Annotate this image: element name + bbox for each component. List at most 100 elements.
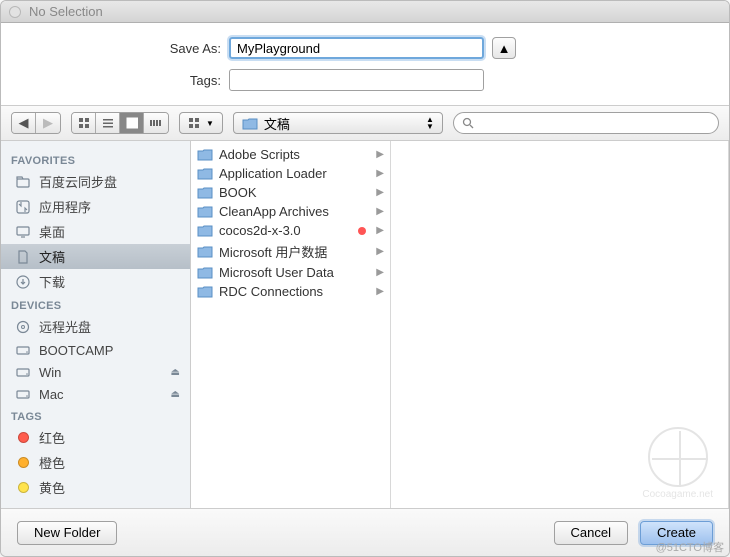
list-icon xyxy=(102,117,114,129)
file-row[interactable]: BOOK ▶ xyxy=(191,183,390,202)
sidebar-item[interactable]: 文稿 xyxy=(1,244,190,269)
folder-icon xyxy=(242,117,258,130)
footer: New Folder Cancel Create xyxy=(1,508,729,556)
tag-dot-icon xyxy=(358,227,366,235)
tags-input[interactable] xyxy=(229,69,484,91)
sidebar-item[interactable]: Win ⏏ xyxy=(1,361,190,383)
tags-label: Tags: xyxy=(41,73,221,88)
search-input[interactable] xyxy=(478,116,710,130)
icon-view-button[interactable] xyxy=(72,113,96,133)
chevron-right-icon: ▶ xyxy=(376,246,384,257)
sidebar-item-label: 应用程序 xyxy=(39,197,91,216)
forward-button[interactable]: ▶ xyxy=(36,113,60,133)
main-area: FAVORITES百度云同步盘应用程序桌面文稿下载DEVICES远程光盘BOOT… xyxy=(1,141,729,508)
file-name: RDC Connections xyxy=(219,284,370,299)
new-folder-button[interactable]: New Folder xyxy=(17,521,117,545)
coverflow-icon xyxy=(149,118,163,128)
file-name: BOOK xyxy=(219,185,370,200)
search-icon xyxy=(462,117,474,129)
columns-icon xyxy=(126,117,138,129)
file-browser: Adobe Scripts▶Application Loader▶BOOK▶Cl… xyxy=(191,141,729,508)
sidebar: FAVORITES百度云同步盘应用程序桌面文稿下载DEVICES远程光盘BOOT… xyxy=(1,141,191,508)
save-as-input[interactable] xyxy=(229,37,484,59)
file-row[interactable]: cocos2d-x-3.0 ▶ xyxy=(191,221,390,240)
sidebar-header: FAVORITES xyxy=(1,149,190,169)
chevron-right-icon: ▶ xyxy=(376,168,384,179)
folder-icon xyxy=(197,205,213,218)
file-row[interactable]: Microsoft 用户数据 ▶ xyxy=(191,240,390,263)
location-dropdown[interactable]: 文稿 ▲▼ xyxy=(233,112,443,134)
save-dialog: No Selection Save As: ▲ Tags: ◀ ▶ xyxy=(0,0,730,557)
cancel-button[interactable]: Cancel xyxy=(554,521,628,545)
file-name: Microsoft 用户数据 xyxy=(219,242,370,261)
folder-icon xyxy=(197,266,213,279)
file-name: cocos2d-x-3.0 xyxy=(219,223,352,238)
folder-icon xyxy=(197,167,213,180)
sidebar-item-label: 黄色 xyxy=(39,478,65,497)
sidebar-item-label: Win xyxy=(39,365,61,380)
file-name: Application Loader xyxy=(219,166,370,181)
sidebar-item-label: 下载 xyxy=(39,272,65,291)
chevron-right-icon: ▶ xyxy=(376,187,384,198)
file-row[interactable]: RDC Connections ▶ xyxy=(191,282,390,301)
titlebar: No Selection xyxy=(1,1,729,23)
sidebar-item[interactable]: 远程光盘 xyxy=(1,314,190,339)
folder-icon xyxy=(197,245,213,258)
titlebar-text: No Selection xyxy=(29,4,103,19)
file-row[interactable]: Application Loader ▶ xyxy=(191,164,390,183)
toolbar: ◀ ▶ ▼ 文稿 ▲▼ xyxy=(1,105,729,141)
folder-icon xyxy=(197,285,213,298)
coverflow-view-button[interactable] xyxy=(144,113,168,133)
sidebar-item[interactable]: 红色 xyxy=(1,425,190,450)
sidebar-item[interactable]: 桌面 xyxy=(1,219,190,244)
back-button[interactable]: ◀ xyxy=(12,113,36,133)
grid-icon xyxy=(78,117,90,129)
location-label: 文稿 xyxy=(264,114,290,133)
sidebar-item[interactable]: 橙色 xyxy=(1,450,190,475)
file-name: Adobe Scripts xyxy=(219,147,370,162)
sidebar-item-label: 远程光盘 xyxy=(39,317,91,336)
sidebar-item[interactable]: 百度云同步盘 xyxy=(1,169,190,194)
file-row[interactable]: Microsoft User Data ▶ xyxy=(191,263,390,282)
sidebar-header: TAGS xyxy=(1,405,190,425)
folder-icon xyxy=(197,186,213,199)
sidebar-item[interactable]: 黄色 xyxy=(1,475,190,500)
search-field[interactable] xyxy=(453,112,719,134)
folder-icon xyxy=(197,148,213,161)
column-view-button[interactable] xyxy=(120,113,144,133)
attribution: @51CTO博客 xyxy=(656,539,724,555)
chevron-right-icon: ▶ xyxy=(376,206,384,217)
updown-icon: ▲▼ xyxy=(426,116,434,130)
eject-icon[interactable]: ⏏ xyxy=(171,367,180,378)
eject-icon[interactable]: ⏏ xyxy=(171,389,180,400)
file-row[interactable]: CleanApp Archives▶ xyxy=(191,202,390,221)
file-column: Adobe Scripts▶Application Loader▶BOOK▶Cl… xyxy=(191,141,391,508)
file-name: Microsoft User Data xyxy=(219,265,370,280)
sidebar-item-label: Mac xyxy=(39,387,64,402)
chevron-right-icon: ▶ xyxy=(376,225,384,236)
arrange-dropdown[interactable]: ▼ xyxy=(179,112,223,134)
list-view-button[interactable] xyxy=(96,113,120,133)
save-as-label: Save As: xyxy=(41,41,221,56)
chevron-right-icon: ▶ xyxy=(376,286,384,297)
file-row[interactable]: Adobe Scripts ▶ xyxy=(191,145,390,164)
chevron-up-icon: ▲ xyxy=(498,41,511,56)
chevron-right-icon: ▶ xyxy=(376,267,384,278)
chevron-right-icon: ▶ xyxy=(376,149,384,160)
triangle-right-icon: ▶ xyxy=(43,115,53,131)
chevron-down-icon: ▼ xyxy=(206,119,214,128)
sidebar-item-label: 桌面 xyxy=(39,222,65,241)
sidebar-item-label: 橙色 xyxy=(39,453,65,472)
sidebar-item-label: 文稿 xyxy=(39,247,65,266)
sidebar-item-label: 百度云同步盘 xyxy=(39,172,117,191)
sidebar-item[interactable]: Mac ⏏ xyxy=(1,383,190,405)
sidebar-item[interactable]: 应用程序 xyxy=(1,194,190,219)
sidebar-item-label: BOOTCAMP xyxy=(39,343,113,358)
sidebar-item[interactable]: BOOTCAMP xyxy=(1,339,190,361)
sidebar-item[interactable]: 下载 xyxy=(1,269,190,294)
collapse-button[interactable]: ▲ xyxy=(492,37,516,59)
grid-small-icon xyxy=(188,117,200,129)
window-close-icon[interactable] xyxy=(9,6,21,18)
triangle-left-icon: ◀ xyxy=(19,115,29,131)
file-column-empty xyxy=(391,141,729,508)
